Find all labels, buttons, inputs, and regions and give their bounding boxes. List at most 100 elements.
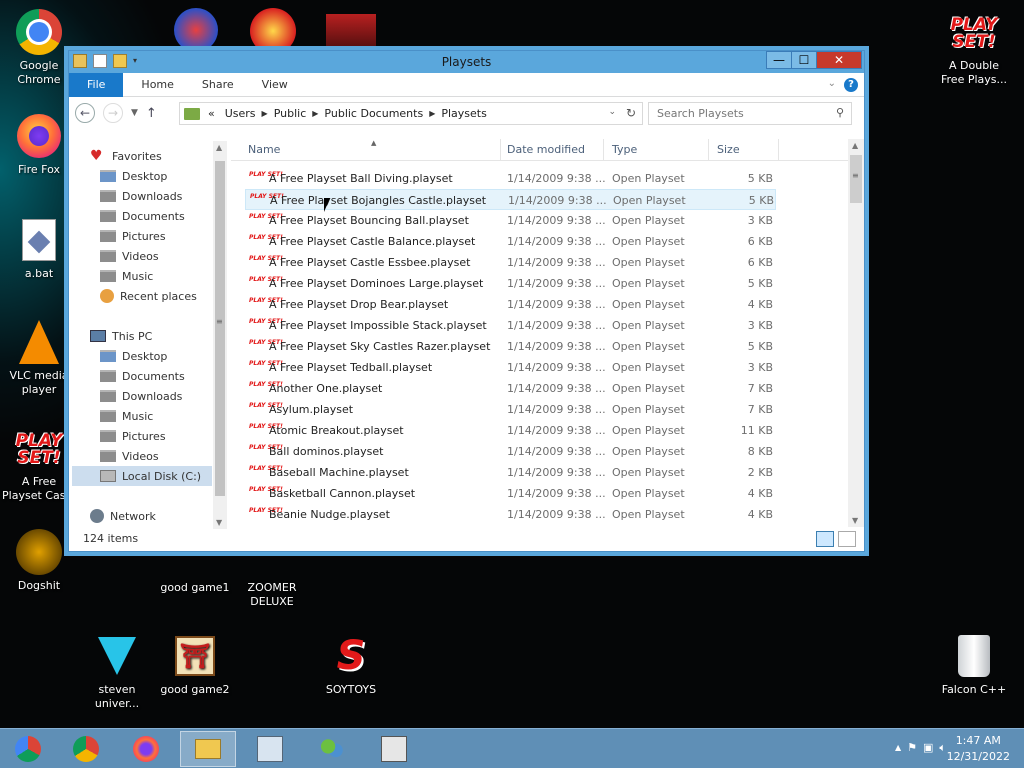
file-row[interactable]: PLAY SET! Asylum.playset 1/14/2009 9:38 ..…: [245, 399, 776, 420]
file-row[interactable]: PLAY SET! Atomic Breakout.playset 1/14/200…: [245, 420, 776, 441]
game-icon-top-1[interactable]: [174, 8, 218, 52]
desktop-icon-good-game1[interactable]: good game1: [157, 552, 233, 595]
nav-fav-documents[interactable]: Documents: [100, 206, 185, 226]
file-list-scrollbar[interactable]: ▲ ≡ ▼: [848, 139, 864, 527]
nav-fav-downloads[interactable]: Downloads: [100, 186, 182, 206]
nav-fav-desktop[interactable]: Desktop: [100, 166, 167, 186]
breadcrumb-users[interactable]: Users: [219, 107, 262, 120]
nav-fav-recent-places[interactable]: Recent places: [100, 286, 197, 306]
file-row[interactable]: PLAY SET! Baseball Machine.playset 1/14/20…: [245, 462, 776, 483]
flag-icon[interactable]: ⚑: [907, 741, 917, 755]
close-button[interactable]: ✕: [816, 51, 862, 69]
file-row[interactable]: PLAY SET! A Free Playset Dominoes Large.p…: [245, 273, 776, 294]
file-row[interactable]: PLAY SET! A Free Playset Bouncing Ball.pl…: [245, 210, 776, 231]
file-row[interactable]: PLAY SET! A Free Playset Impossible Stack…: [245, 315, 776, 336]
nav-network[interactable]: Network: [90, 506, 156, 526]
clock[interactable]: 1:47 AM 12/31/2022: [947, 733, 1010, 765]
desktop-icon-a-bat[interactable]: a.bat: [1, 216, 77, 281]
file-row[interactable]: PLAY SET! Basketball Cannon.playset 1/14/2…: [245, 483, 776, 504]
file-row[interactable]: PLAY SET! A Free Playset Sky Castles Raze…: [245, 336, 776, 357]
file-row[interactable]: PLAY SET! Ball dominos.playset 1/14/2009 9…: [245, 441, 776, 462]
file-row[interactable]: PLAY SET! Beanie Nudge.playset 1/14/2009 9…: [245, 504, 776, 525]
column-size[interactable]: Size: [709, 139, 779, 161]
desktop-icon-steven-universe[interactable]: steven univer...: [79, 632, 155, 711]
file-row[interactable]: PLAY SET! A Free Playset Castle Essbee.pl…: [245, 252, 776, 273]
taskbar-firefox[interactable]: [118, 731, 174, 767]
nav-local-disk[interactable]: Local Disk (C:): [72, 466, 212, 486]
column-type[interactable]: Type: [604, 139, 709, 161]
desktop-icon-falcon[interactable]: Falcon C++: [936, 632, 1012, 697]
taskbar-file-explorer[interactable]: [180, 731, 236, 767]
desktop-icon-good-game2[interactable]: ⛩ good game2: [157, 632, 233, 697]
nav-pc-music[interactable]: Music: [100, 406, 153, 426]
desktop-icon-dogshit[interactable]: Dogshit: [1, 528, 77, 593]
scroll-up-icon[interactable]: ▲: [852, 141, 858, 150]
volume-icon[interactable]: 🔈︎: [939, 741, 946, 755]
desktop-icon-vlc[interactable]: VLC media player: [1, 318, 77, 397]
game-icon-top-3[interactable]: [326, 14, 376, 46]
file-row[interactable]: PLAY SET! A Free Playset Ball Diving.play…: [245, 168, 776, 189]
game-logo-icon: [16, 529, 62, 575]
file-row[interactable]: PLAY SET! A Free Playset Drop Bear.playse…: [245, 294, 776, 315]
recent-locations-icon[interactable]: ▼: [131, 108, 138, 118]
desktop-icon-chrome[interactable]: Google Chrome: [1, 8, 77, 87]
taskbar-chrome[interactable]: [58, 731, 114, 767]
nav-scroll-thumb[interactable]: [215, 161, 225, 496]
breadcrumb-playsets[interactable]: Playsets: [435, 107, 492, 120]
tab-share[interactable]: Share: [188, 73, 248, 97]
title-bar[interactable]: ▾ Playsets — ☐ ✕: [69, 51, 864, 73]
nav-fav-pictures[interactable]: Pictures: [100, 226, 166, 246]
back-button[interactable]: ←: [75, 103, 95, 123]
system-tray: ▲ ⚑ ▣ 🔈︎: [895, 741, 946, 755]
desktop-icon-playset[interactable]: PLAY SET! A Free Playset Cas...: [1, 428, 77, 503]
breadcrumb-public-documents[interactable]: Public Documents: [318, 107, 429, 120]
game-icon-top-2[interactable]: [250, 8, 296, 54]
taskbar-users[interactable]: [304, 731, 360, 767]
search-input[interactable]: Search Playsets ⚲: [648, 102, 852, 125]
address-overflow[interactable]: «: [204, 107, 219, 120]
refresh-icon[interactable]: ↻: [626, 106, 636, 120]
nav-pc-videos[interactable]: Videos: [100, 446, 159, 466]
scroll-down-icon[interactable]: ▼: [852, 516, 858, 525]
help-icon[interactable]: ?: [844, 78, 858, 92]
taskbar-performance[interactable]: [242, 731, 298, 767]
expand-ribbon-icon[interactable]: ⌄: [828, 78, 836, 89]
file-row[interactable]: PLAY SET! A Free Playset Tedball.playset 1…: [245, 357, 776, 378]
desktop-icon-zoomer-deluxe[interactable]: ZOOMER DELUXE: [234, 552, 310, 609]
large-icons-view-button[interactable]: [838, 531, 856, 547]
network-tray-icon[interactable]: ▣: [923, 741, 933, 755]
nav-pane-scrollbar[interactable]: ▲ ≡ ▼: [213, 141, 227, 529]
nav-fav-music[interactable]: Music: [100, 266, 153, 286]
scroll-up-icon[interactable]: ▲: [216, 143, 222, 152]
nav-pc-desktop[interactable]: Desktop: [100, 346, 167, 366]
tab-view[interactable]: View: [248, 73, 302, 97]
column-name[interactable]: Name: [240, 139, 501, 161]
nav-pc-pictures[interactable]: Pictures: [100, 426, 166, 446]
desktop-icon-soytoys[interactable]: S SOYTOYS: [313, 632, 389, 697]
file-row[interactable]: PLAY SET! A Free Playset Castle Balance.p…: [245, 231, 776, 252]
taskbar-start-button[interactable]: [0, 731, 56, 767]
forward-button[interactable]: →: [103, 103, 123, 123]
file-row[interactable]: PLAY SET! Another One.playset 1/14/2009 9:…: [245, 378, 776, 399]
nav-fav-videos[interactable]: Videos: [100, 246, 159, 266]
address-dropdown-icon[interactable]: ⌄: [608, 107, 616, 117]
nav-pc-downloads[interactable]: Downloads: [100, 386, 182, 406]
maximize-button[interactable]: ☐: [791, 51, 817, 69]
file-date-modified: 1/14/2009 9:38 ...: [507, 298, 606, 311]
up-button[interactable]: ↑: [146, 106, 157, 121]
address-bar[interactable]: « Users ▶ Public ▶ Public Documents ▶ Pl…: [179, 102, 643, 125]
tab-home[interactable]: Home: [127, 73, 187, 97]
taskbar-server-manager[interactable]: [366, 731, 422, 767]
minimize-button[interactable]: —: [766, 51, 792, 69]
desktop-icon-double-playset[interactable]: PLAY SET! A Double Free Plays...: [936, 12, 1012, 87]
breadcrumb-public[interactable]: Public: [268, 107, 313, 120]
nav-this-pc[interactable]: This PC: [90, 326, 152, 346]
details-view-button[interactable]: [816, 531, 834, 547]
show-hidden-icons[interactable]: ▲: [895, 741, 901, 755]
desktop-icon-firefox[interactable]: Fire Fox: [1, 112, 77, 177]
tab-file[interactable]: File: [69, 72, 124, 97]
nav-pc-documents[interactable]: Documents: [100, 366, 185, 386]
scroll-down-icon[interactable]: ▼: [216, 518, 222, 527]
column-date-modified[interactable]: Date modified: [499, 139, 604, 161]
nav-favorites[interactable]: ♥ Favorites: [90, 146, 162, 166]
